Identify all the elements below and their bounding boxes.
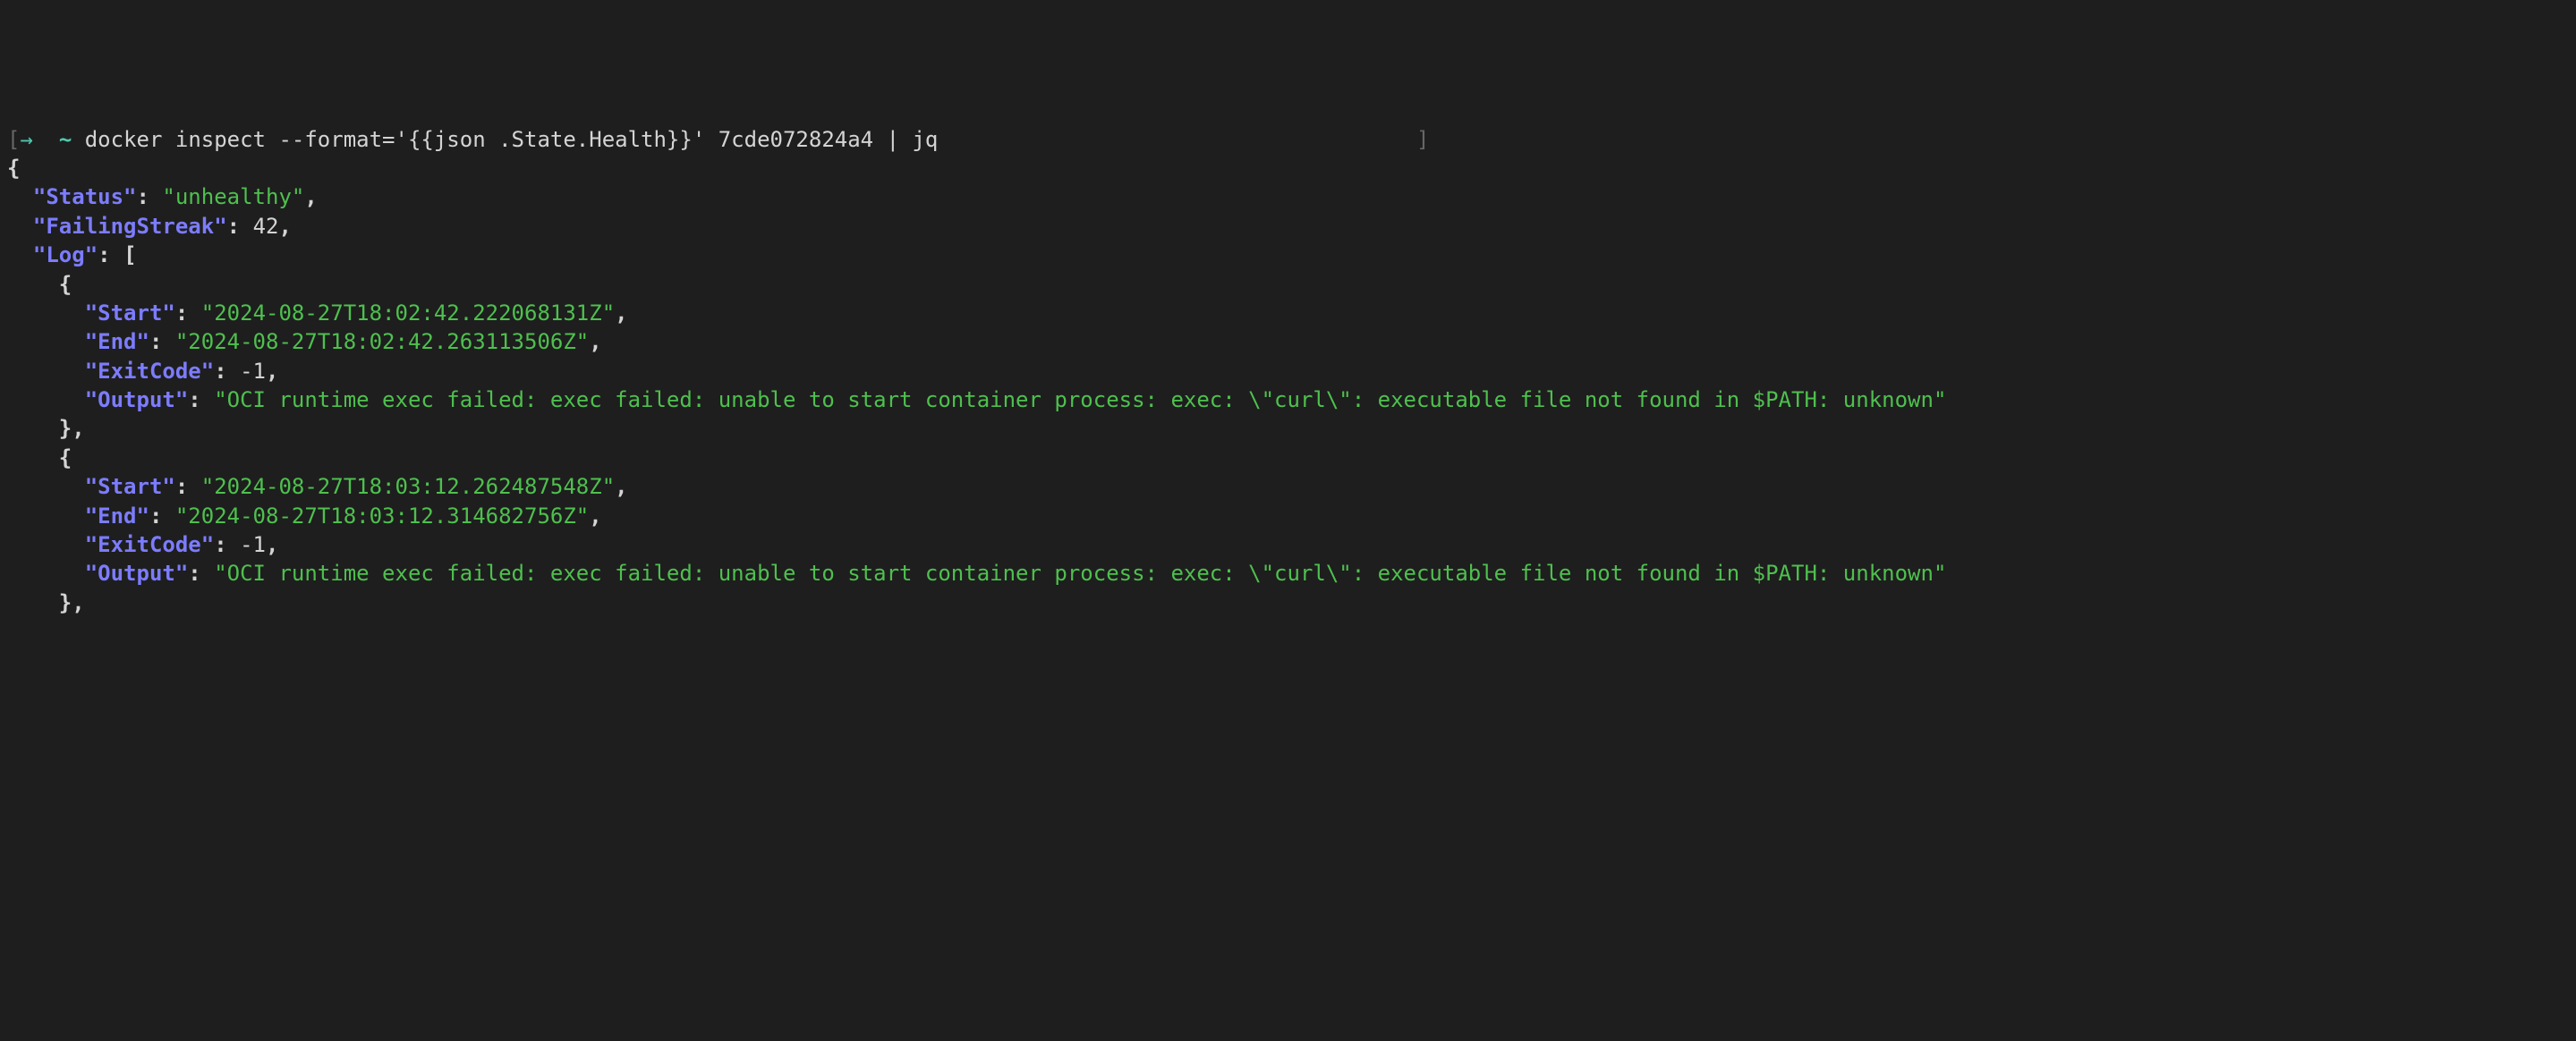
json-open-brace: { (7, 154, 2569, 182)
log-entry-0-start: "Start": "2024-08-27T18:02:42.222068131Z… (7, 299, 2569, 327)
json-log-line: "Log": [ (7, 241, 2569, 269)
prompt-line: [→ ~ docker inspect --format='{{json .St… (7, 125, 2569, 154)
log-entry-0-open: { (7, 270, 2569, 299)
json-key-status: "Status" (33, 184, 137, 209)
terminal-output: [→ ~ docker inspect --format='{{json .St… (7, 125, 2569, 618)
json-value-status: "unhealthy" (162, 184, 304, 209)
command-text: docker inspect --format='{{json .State.H… (85, 127, 939, 152)
json-status-line: "Status": "unhealthy", (7, 182, 2569, 211)
prompt-arrow: → (20, 127, 32, 152)
log-entry-1-start: "Start": "2024-08-27T18:03:12.262487548Z… (7, 472, 2569, 501)
log-entry-1-end: "End": "2024-08-27T18:03:12.314682756Z", (7, 502, 2569, 530)
log-entry-1-close: }, (7, 588, 2569, 617)
right-bracket-hint: ] (1416, 127, 1429, 152)
log-entry-1-open: { (7, 444, 2569, 472)
json-value-failingstreak: 42 (253, 214, 279, 239)
log-entry-0-end: "End": "2024-08-27T18:02:42.263113506Z", (7, 327, 2569, 356)
json-failingstreak-line: "FailingStreak": 42, (7, 212, 2569, 241)
json-key-failingstreak: "FailingStreak" (33, 214, 227, 239)
log-entry-0-exitcode: "ExitCode": -1, (7, 357, 2569, 385)
log-entry-0-close: }, (7, 414, 2569, 443)
prompt-tilde: ~ (59, 127, 72, 152)
log-entry-1-exitcode: "ExitCode": -1, (7, 530, 2569, 559)
left-bracket-hint: [ (7, 127, 20, 152)
log-entry-0-output: "Output": "OCI runtime exec failed: exec… (7, 385, 2569, 414)
json-key-log: "Log" (33, 242, 98, 267)
log-entry-1-output: "Output": "OCI runtime exec failed: exec… (7, 559, 2569, 588)
